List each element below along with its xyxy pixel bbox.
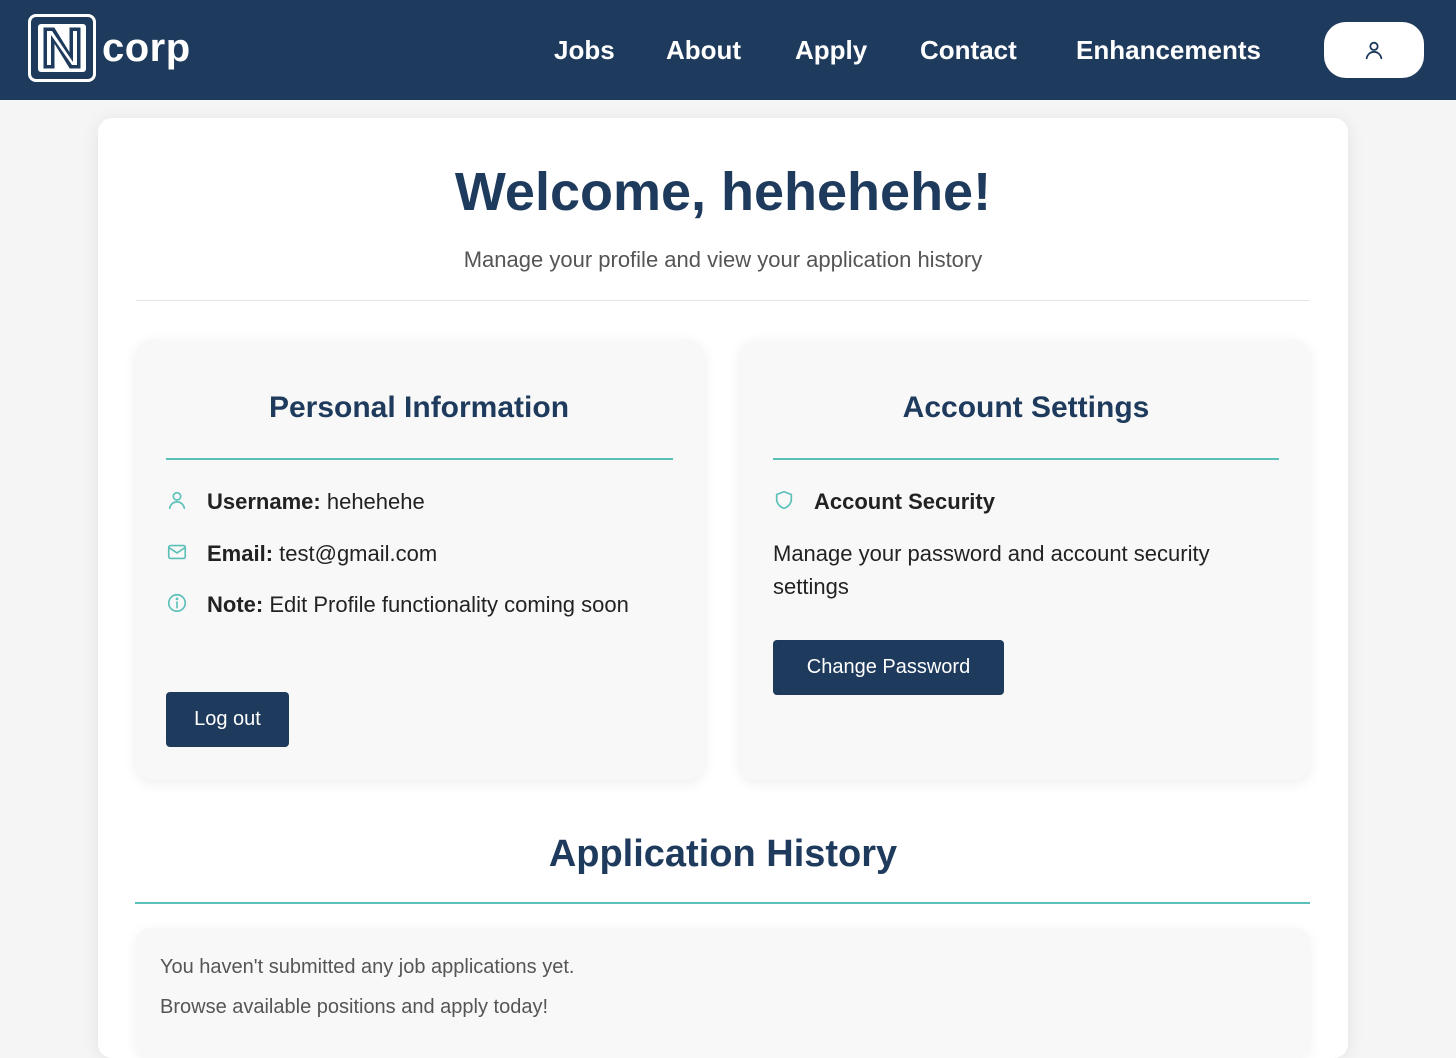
email-label: Email: <box>207 541 274 566</box>
welcome-subtitle: Manage your profile and view your applic… <box>463 247 983 272</box>
account-security-row: Account Security <box>773 485 995 520</box>
nav-link-about[interactable]: About <box>666 34 741 66</box>
account-settings-divider <box>773 458 1279 460</box>
change-password-button[interactable]: Change Password <box>773 640 1004 695</box>
username-label: Username: <box>207 489 321 514</box>
application-history-empty-card <box>136 928 1310 1058</box>
profile-button[interactable] <box>1324 22 1424 78</box>
nav-link-enhancements[interactable]: Enhancements <box>1076 34 1261 66</box>
history-empty-message: You haven't submitted any job applicatio… <box>160 956 575 978</box>
shield-icon <box>773 487 814 520</box>
note-row: Note: Edit Profile functionality coming … <box>166 588 636 623</box>
note-value: Edit Profile functionality coming soon <box>269 592 629 617</box>
logout-button[interactable]: Log out <box>166 692 289 747</box>
nav-link-contact[interactable]: Contact <box>920 34 1017 66</box>
application-history-title: Application History <box>548 833 898 875</box>
account-security-description: Manage your password and account securit… <box>773 541 1210 599</box>
nav-link-apply[interactable]: Apply <box>795 34 867 66</box>
account-security-label: Account Security <box>814 489 995 514</box>
application-history-divider <box>135 902 1310 904</box>
username-row: Username: hehehehe <box>166 485 636 520</box>
top-navbar: corp Jobs About Apply Contact Enhancemen… <box>0 0 1456 100</box>
nav-links: Jobs About Apply Contact Enhancements <box>0 0 1456 100</box>
email-value: test@gmail.com <box>279 541 438 566</box>
username-value: hehehehe <box>326 489 425 514</box>
welcome-heading: Welcome, hehehehe! <box>454 162 992 222</box>
nav-link-jobs[interactable]: Jobs <box>554 34 615 66</box>
header-divider <box>136 300 1310 301</box>
history-empty-hint: Browse available positions and apply tod… <box>160 996 549 1018</box>
user-icon <box>166 487 207 520</box>
user-icon <box>1365 41 1383 60</box>
personal-info-title: Personal Information <box>268 391 570 424</box>
personal-info-divider <box>166 458 673 460</box>
account-settings-title: Account Settings <box>902 391 1150 424</box>
info-icon <box>166 590 207 623</box>
note-label: Note: <box>207 592 264 617</box>
mail-icon <box>166 539 207 572</box>
email-row: Email: test@gmail.com <box>166 537 636 572</box>
